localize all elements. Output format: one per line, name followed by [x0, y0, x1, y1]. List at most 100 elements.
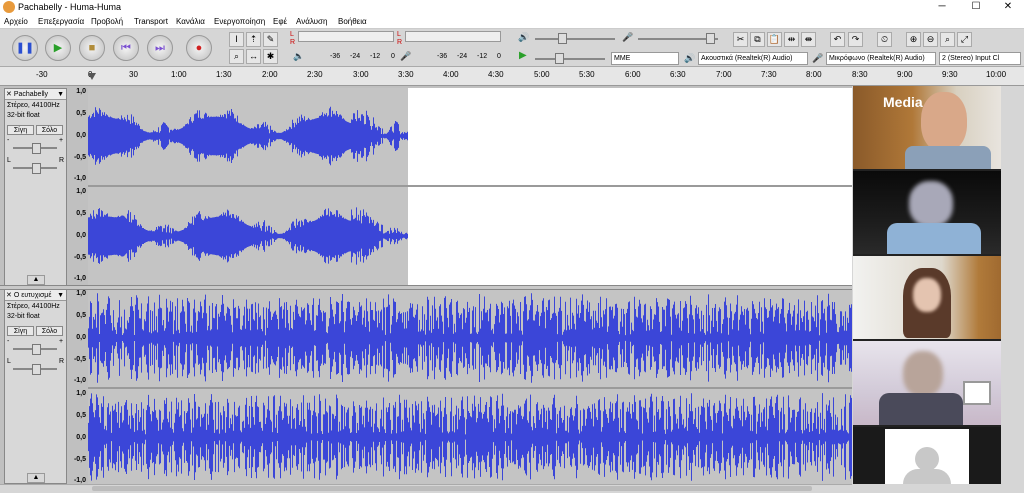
fit-project-icon[interactable]: ⤢: [957, 32, 972, 47]
microphone-icon: 🎤: [400, 51, 412, 61]
maximize-button[interactable]: ☐: [964, 1, 988, 13]
timeshift-tool-icon[interactable]: ↔: [246, 49, 261, 64]
play-button[interactable]: ▶: [45, 35, 71, 61]
skip-end-button[interactable]: ⏭: [147, 35, 173, 61]
gain-knob[interactable]: [32, 143, 41, 154]
record-meter[interactable]: [298, 31, 394, 42]
ruler-tick: 4:30: [488, 70, 504, 79]
video-tile-presenter[interactable]: Media: [853, 86, 1001, 171]
pan-knob[interactable]: [32, 364, 41, 375]
meter-tick: 0: [391, 53, 395, 60]
ruler-tick: 7:00: [716, 70, 732, 79]
cut-icon[interactable]: ✂: [733, 32, 748, 47]
video-tile-participant-2[interactable]: [853, 171, 1001, 256]
playback-volume-slider[interactable]: [535, 38, 615, 40]
collapse-track-icon[interactable]: ▲: [27, 473, 45, 483]
menu-analyze[interactable]: Ανάλυση: [296, 17, 327, 26]
solo-button[interactable]: Σόλο: [36, 326, 63, 336]
draw-tool-icon[interactable]: ✎: [263, 32, 278, 47]
zoom-out-icon[interactable]: ⊖: [923, 32, 938, 47]
sync-lock-icon[interactable]: ⏲: [877, 32, 892, 47]
skip-start-button[interactable]: ⏮: [113, 35, 139, 61]
play-meter-l: L: [397, 31, 401, 38]
meter-tick: 0: [497, 53, 501, 60]
menu-file[interactable]: Αρχείο: [4, 17, 28, 26]
multi-tool-icon[interactable]: ✱: [263, 49, 278, 64]
play-speed-slider[interactable]: [535, 58, 605, 60]
silence-icon[interactable]: ⇼: [801, 32, 816, 47]
input-channels-select[interactable]: 2 (Stereo) Input Cl: [939, 52, 1021, 65]
mute-button[interactable]: Σίγη: [7, 326, 34, 336]
pan-knob[interactable]: [32, 163, 41, 174]
track-separator[interactable]: [0, 285, 852, 290]
ruler-tick: 2:00: [262, 70, 278, 79]
track-menu-chevron-icon[interactable]: ▼: [57, 290, 64, 301]
play-at-speed-icon[interactable]: ▶: [519, 50, 527, 61]
zoom-in-icon[interactable]: ⊕: [906, 32, 921, 47]
redo-icon[interactable]: ↷: [848, 32, 863, 47]
paste-icon[interactable]: 📋: [767, 32, 782, 47]
close-button[interactable]: ✕: [996, 1, 1020, 13]
video-tile-participant-no-video[interactable]: [853, 427, 1001, 484]
solo-button[interactable]: Σόλο: [36, 125, 63, 135]
minimize-button[interactable]: ─: [930, 1, 954, 13]
selection-tool-icon[interactable]: I: [229, 32, 244, 47]
output-device-select[interactable]: Ακουστικά (Realtek(R) Audio): [698, 52, 808, 65]
track-close-icon[interactable]: ✕: [6, 91, 14, 98]
record-volume-knob[interactable]: [706, 33, 715, 44]
menu-transport[interactable]: Transport: [134, 17, 168, 26]
title-bar: Pachabelly - Huma-Huma ─ ☐ ✕: [0, 0, 1024, 15]
track-format: Στέρεο, 44100Hz: [7, 102, 60, 109]
copy-icon[interactable]: ⧉: [750, 32, 765, 47]
menu-view[interactable]: Προβολή: [91, 17, 123, 26]
zoom-tool-icon[interactable]: ⌕: [229, 49, 244, 64]
playback-volume-knob[interactable]: [558, 33, 567, 44]
track-name-2[interactable]: ✕ Ο ευτυχισμέ ▼: [5, 290, 66, 301]
waveform-track1-left: [88, 106, 408, 166]
video-tile-participant-3[interactable]: [853, 256, 1001, 341]
gain-minus: -: [7, 137, 10, 144]
input-device-select[interactable]: Μικρόφωνο (Realtek(R) Audio): [826, 52, 936, 65]
channel-divider: [88, 185, 852, 187]
envelope-tool-icon[interactable]: ⇡: [246, 32, 261, 47]
scale-tick: 0,0: [76, 334, 86, 341]
pan-l: L: [7, 157, 11, 164]
scale-tick: -0,5: [73, 154, 86, 161]
menu-effect[interactable]: Εφέ: [273, 17, 287, 26]
record-button[interactable]: ●: [186, 35, 212, 61]
input-mic-icon: 🎤: [812, 53, 824, 63]
ruler-tick: 9:30: [942, 70, 958, 79]
input-channels-value: 2 (Stereo) Input Cl: [942, 55, 1000, 62]
track-menu-chevron-icon[interactable]: ▼: [57, 89, 64, 100]
playhead-marker-icon[interactable]: [88, 73, 96, 80]
collapse-track-icon[interactable]: ▲: [27, 275, 45, 285]
play-speed-knob[interactable]: [555, 53, 564, 64]
menu-help[interactable]: Βοήθεια: [338, 17, 367, 26]
menu-generate[interactable]: Ενεργοποίηση: [214, 17, 265, 26]
menu-tracks[interactable]: Κανάλια: [176, 17, 205, 26]
rec-meter-r: R: [290, 39, 296, 46]
undo-icon[interactable]: ↶: [830, 32, 845, 47]
pause-button[interactable]: ❚❚: [12, 35, 38, 61]
video-tile-participant-4[interactable]: [853, 341, 1001, 427]
track-close-icon[interactable]: ✕: [6, 292, 14, 299]
mute-button[interactable]: Σίγη: [7, 125, 34, 135]
scale-tick: 1,0: [76, 88, 86, 95]
scale-tick: 0,5: [76, 110, 86, 117]
participant-shirt: [879, 393, 963, 425]
track-control-panel-2: ✕ Ο ευτυχισμέ ▼ Στέρεο, 44100Hz 32-bit fl…: [4, 289, 67, 484]
timeline-ruler[interactable]: -30 0 30 1:00 1:30 2:00 2:30 3:00 3:30 4…: [0, 67, 1024, 86]
stop-button[interactable]: ■: [79, 35, 105, 61]
scale-tick: 0,0: [76, 434, 86, 441]
trim-icon[interactable]: ⇹: [784, 32, 799, 47]
audio-host-select[interactable]: MME: [611, 52, 679, 65]
playback-meter[interactable]: [405, 31, 501, 42]
scrollbar-thumb[interactable]: [92, 486, 812, 491]
fit-selection-icon[interactable]: ⌕: [940, 32, 955, 47]
scale-tick: 0,5: [76, 210, 86, 217]
track-name-1[interactable]: ✕ Pachabelly ▼: [5, 89, 66, 100]
menu-edit[interactable]: Επεξεργασία: [38, 17, 84, 26]
gain-knob[interactable]: [32, 344, 41, 355]
tracks-area[interactable]: ✕ Pachabelly ▼ Στέρεο, 44100Hz 32-bit flo…: [0, 86, 852, 484]
audio-host-value: MME: [614, 55, 631, 62]
